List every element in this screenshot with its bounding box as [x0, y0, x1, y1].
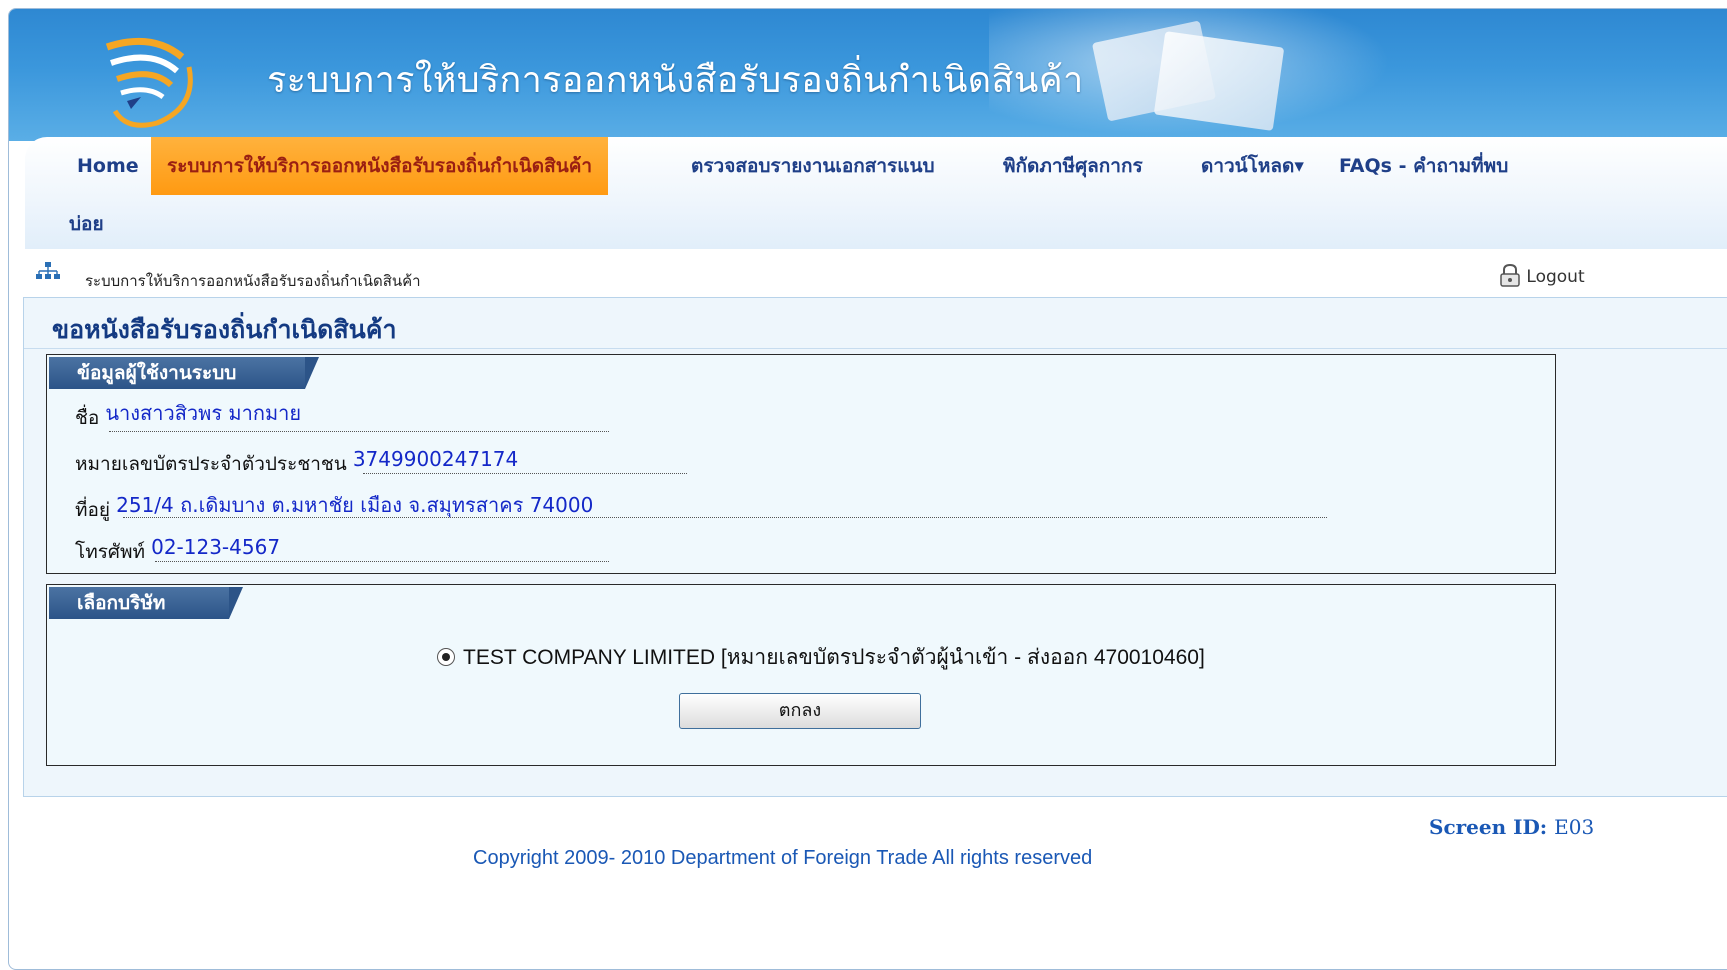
phone-label: โทรศัพท์	[75, 541, 146, 563]
nav-tariff[interactable]: พิกัดภาษีศุลกากร	[1003, 137, 1143, 195]
phone-underline	[155, 561, 609, 562]
nav-coo-service[interactable]: ระบบการให้บริการออกหนังสือรับรองถิ่นกำเน…	[151, 137, 609, 195]
logout-label: Logout	[1526, 267, 1585, 287]
screen-id-label: Screen ID:	[1429, 815, 1548, 839]
header-banner: ระบบการให้บริการออกหนังสือรับรองถิ่นกำเน…	[9, 9, 1727, 141]
content-panel: ขอหนังสือรับรองถิ่นกำเนิดสินค้า ข้อมูลผู…	[23, 297, 1727, 797]
main-nav: Home ระบบการให้บริการออกหนังสือรับรองถิ่…	[25, 137, 1727, 249]
address-underline	[123, 517, 1327, 518]
nav-faqs-wrap[interactable]: บ่อย	[69, 209, 104, 239]
address-row: ที่อยู่ 251/4 ถ.เดิมบาง ต.มหาชัย เมือง จ…	[75, 493, 593, 525]
nav-faqs[interactable]: FAQs - คำถามที่พบ	[1339, 137, 1508, 195]
company-section: เลือกบริษัท TEST COMPANY LIMITED [หมายเล…	[46, 584, 1556, 766]
nav-download[interactable]: ดาวน์โหลด▾	[1201, 137, 1304, 195]
title-divider	[24, 348, 1727, 349]
company-radio[interactable]	[437, 648, 455, 666]
company-option-label: TEST COMPANY LIMITED [หมายเลขบัตรประจำตั…	[463, 646, 1205, 669]
breadcrumb-text[interactable]: ระบบการให้บริการออกหนังสือรับรองถิ่นกำเน…	[85, 269, 421, 293]
logout-link[interactable]: Logout	[1499, 263, 1585, 287]
banner-title: ระบบการให้บริการออกหนังสือรับรองถิ่นกำเน…	[267, 59, 1084, 100]
id-underline	[363, 473, 687, 474]
screen-id-value: E03	[1554, 815, 1595, 839]
phone-value: 02-123-4567	[151, 535, 281, 559]
nav-home[interactable]: Home	[77, 137, 139, 195]
name-label: ชื่อ	[75, 407, 100, 429]
name-row: ชื่อ นางสาวสิวพร มากมาย	[75, 401, 301, 433]
ok-button[interactable]: ตกลง	[679, 693, 921, 729]
company-tab: เลือกบริษัท	[49, 587, 243, 619]
dft-logo-icon	[105, 37, 193, 128]
lock-icon	[1500, 263, 1520, 287]
id-label: หมายเลขบัตรประจำตัวประชาชน	[75, 453, 347, 475]
screen-id: Screen ID: E03	[1429, 815, 1594, 839]
nav-check-attachments[interactable]: ตรวจสอบรายงานเอกสารแนบ	[691, 137, 935, 195]
breadcrumb: ระบบการให้บริการออกหนังสือรับรองถิ่นกำเน…	[27, 257, 1727, 293]
page-title: ขอหนังสือรับรองถิ่นกำเนิดสินค้า	[52, 315, 397, 344]
company-option[interactable]: TEST COMPANY LIMITED [หมายเลขบัตรประจำตั…	[437, 641, 1205, 674]
id-row: หมายเลขบัตรประจำตัวประชาชน 3749900247174	[75, 447, 519, 479]
name-value: นางสาวสิวพร มากมาย	[105, 401, 302, 425]
documents-graphic-2	[1153, 31, 1285, 131]
sitemap-icon	[36, 262, 60, 279]
address-value: 251/4 ถ.เดิมบาง ต.มหาชัย เมือง จ.สมุทรสา…	[116, 493, 594, 517]
id-value: 3749900247174	[352, 447, 519, 471]
app-frame: ระบบการให้บริการออกหนังสือรับรองถิ่นกำเน…	[8, 8, 1727, 970]
phone-row: โทรศัพท์ 02-123-4567	[75, 535, 281, 567]
copyright: Copyright 2009- 2010 Department of Forei…	[473, 847, 1093, 869]
user-info-tab: ข้อมูลผู้ใช้งานระบบ	[49, 357, 319, 389]
address-label: ที่อยู่	[75, 499, 111, 521]
name-underline	[109, 431, 609, 432]
user-info-section: ข้อมูลผู้ใช้งานระบบ ชื่อ นางสาวสิวพร มาก…	[46, 354, 1556, 574]
